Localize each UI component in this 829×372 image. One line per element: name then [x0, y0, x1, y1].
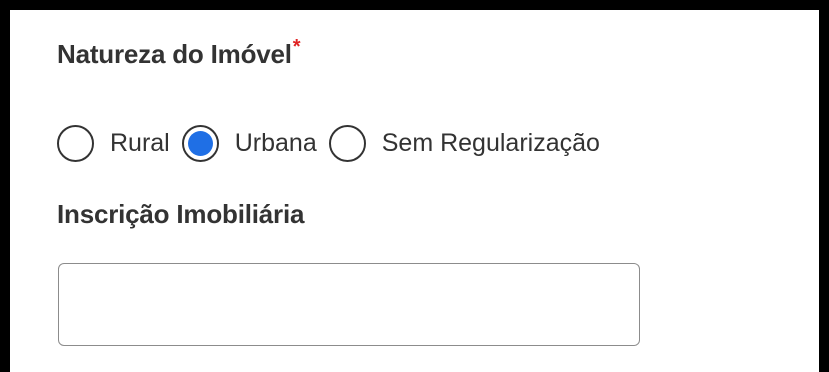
radio-option-rural[interactable]: Rural — [57, 125, 170, 162]
natureza-imovel-label-text: Natureza do Imóvel — [57, 39, 292, 69]
natureza-radio-group: Rural Urbana Sem Regularização — [57, 125, 612, 162]
required-asterisk: * — [292, 36, 301, 58]
form-panel: Natureza do Imóvel* Rural Urbana Sem Reg… — [10, 10, 819, 372]
inscricao-imobiliaria-input[interactable] — [58, 263, 640, 346]
radio-label-urbana[interactable]: Urbana — [235, 129, 317, 158]
radio-option-sem-regularizacao[interactable]: Sem Regularização — [328, 125, 600, 162]
radio-label-sem-regularizacao[interactable]: Sem Regularização — [382, 129, 600, 158]
radio-button-sem-regularizacao[interactable] — [328, 125, 366, 162]
radio-dot-urbana — [187, 131, 213, 156]
radio-label-rural[interactable]: Rural — [110, 129, 170, 158]
natureza-imovel-label: Natureza do Imóvel* — [57, 36, 301, 70]
radio-button-rural[interactable] — [57, 125, 94, 162]
radio-option-urbana[interactable]: Urbana — [181, 125, 317, 162]
inscricao-imobiliaria-label: Inscrição Imobiliária — [57, 199, 305, 229]
radio-button-urbana[interactable] — [181, 125, 219, 162]
